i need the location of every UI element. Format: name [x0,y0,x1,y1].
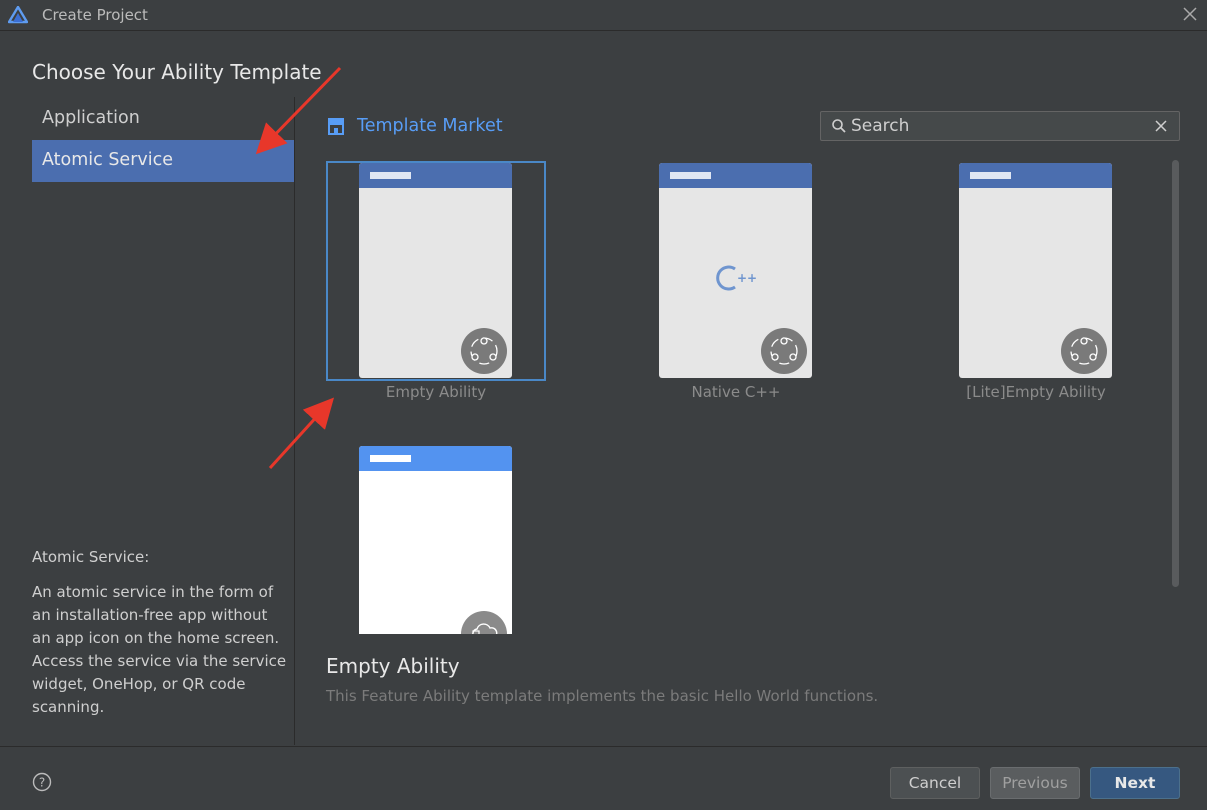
template-market-link[interactable]: Template Market [326,114,503,138]
sidebar-item-application[interactable]: Application [32,98,294,140]
page-title: Choose Your Ability Template [32,60,322,84]
template-card-lite-empty-ability[interactable]: [Lite]Empty Ability [926,161,1146,401]
cpp-icon: ++ [716,265,757,291]
atomic-service-icon [1061,328,1107,374]
description-text: An atomic service in the form of an inst… [32,583,287,716]
template-preview [959,163,1112,378]
sidebar-item-atomic-service[interactable]: Atomic Service [32,140,294,182]
svg-text:?: ? [39,776,45,790]
previous-button[interactable]: Previous [990,767,1080,799]
atomic-service-icon [761,328,807,374]
close-icon[interactable] [1182,6,1198,22]
template-scrollbar[interactable] [1172,160,1179,587]
store-icon [328,118,344,135]
cloud-service-icon [461,611,507,634]
template-preview [359,163,512,378]
arrow-to-empty-ability [268,397,335,470]
template-card-4[interactable] [359,446,512,634]
search-box[interactable] [820,111,1180,141]
search-icon [832,119,846,133]
selected-template-description: This Feature Ability template implements… [326,687,879,705]
app-logo-icon [8,6,28,24]
help-icon[interactable]: ? [32,772,52,792]
clear-search-icon[interactable] [1154,119,1168,133]
sidebar-divider [294,97,295,745]
search-input[interactable] [851,114,1141,138]
template-market-label: Template Market [357,116,503,136]
preview-title-bar [659,163,812,188]
template-card-native-cpp[interactable]: ++ Native C++ [626,161,846,401]
atomic-service-icon [461,328,507,374]
title-bar: Create Project [0,0,1207,31]
template-label: Native C++ [691,383,781,401]
next-button[interactable]: Next [1090,767,1180,799]
template-label: [Lite]Empty Ability [966,383,1106,401]
svg-text:++: ++ [737,271,757,285]
template-card-empty-ability[interactable]: Empty Ability [326,161,546,401]
preview-title-bar [959,163,1112,188]
template-label: Empty Ability [385,383,487,401]
selected-template-title: Empty Ability [326,654,460,678]
cancel-button[interactable]: Cancel [890,767,980,799]
preview-title-bar [359,163,512,188]
window-title: Create Project [42,6,148,24]
description-title: Atomic Service: [32,548,150,566]
template-preview: ++ [659,163,812,378]
preview-title-bar [359,446,512,471]
